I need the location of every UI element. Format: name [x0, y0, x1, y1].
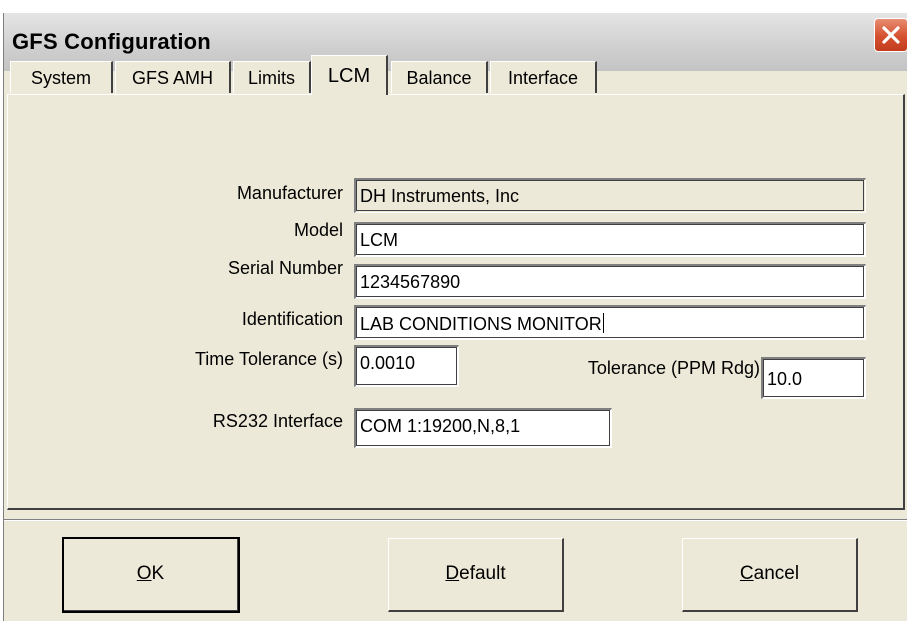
tab-label: Balance: [406, 68, 472, 88]
ok-mnemonic: O: [136, 563, 152, 584]
lcm-tab-panel: [7, 94, 905, 510]
ok-button[interactable]: OK: [62, 537, 240, 613]
default-label-rest: efault: [459, 563, 506, 584]
tab-label: LCM: [327, 65, 371, 87]
close-button[interactable]: [874, 18, 907, 52]
tab-interface[interactable]: Interface: [490, 61, 597, 93]
tab-label: Limits: [247, 68, 295, 88]
cancel-button[interactable]: Cancel: [682, 538, 858, 612]
tab-balance[interactable]: Balance: [391, 61, 488, 93]
button-separator: [4, 519, 907, 521]
tab-limits[interactable]: Limits: [233, 61, 311, 93]
tab-lcm[interactable]: LCM: [311, 55, 388, 95]
tab-label: System: [30, 68, 91, 88]
default-button[interactable]: Default: [388, 538, 564, 612]
ok-label-rest: K: [151, 563, 165, 584]
gfs-configuration-dialog: GFS Configuration System GFS AMH Limits …: [3, 13, 907, 621]
tab-system[interactable]: System: [10, 61, 113, 93]
close-x-icon: [882, 26, 900, 44]
cancel-label-rest: ancel: [753, 563, 800, 584]
tab-gfs-amh[interactable]: GFS AMH: [115, 61, 231, 93]
tab-label: GFS AMH: [131, 68, 213, 88]
cancel-mnemonic: C: [739, 563, 754, 584]
default-mnemonic: D: [445, 563, 460, 584]
window-title: GFS Configuration: [12, 29, 211, 54]
tab-label: Interface: [507, 68, 579, 88]
